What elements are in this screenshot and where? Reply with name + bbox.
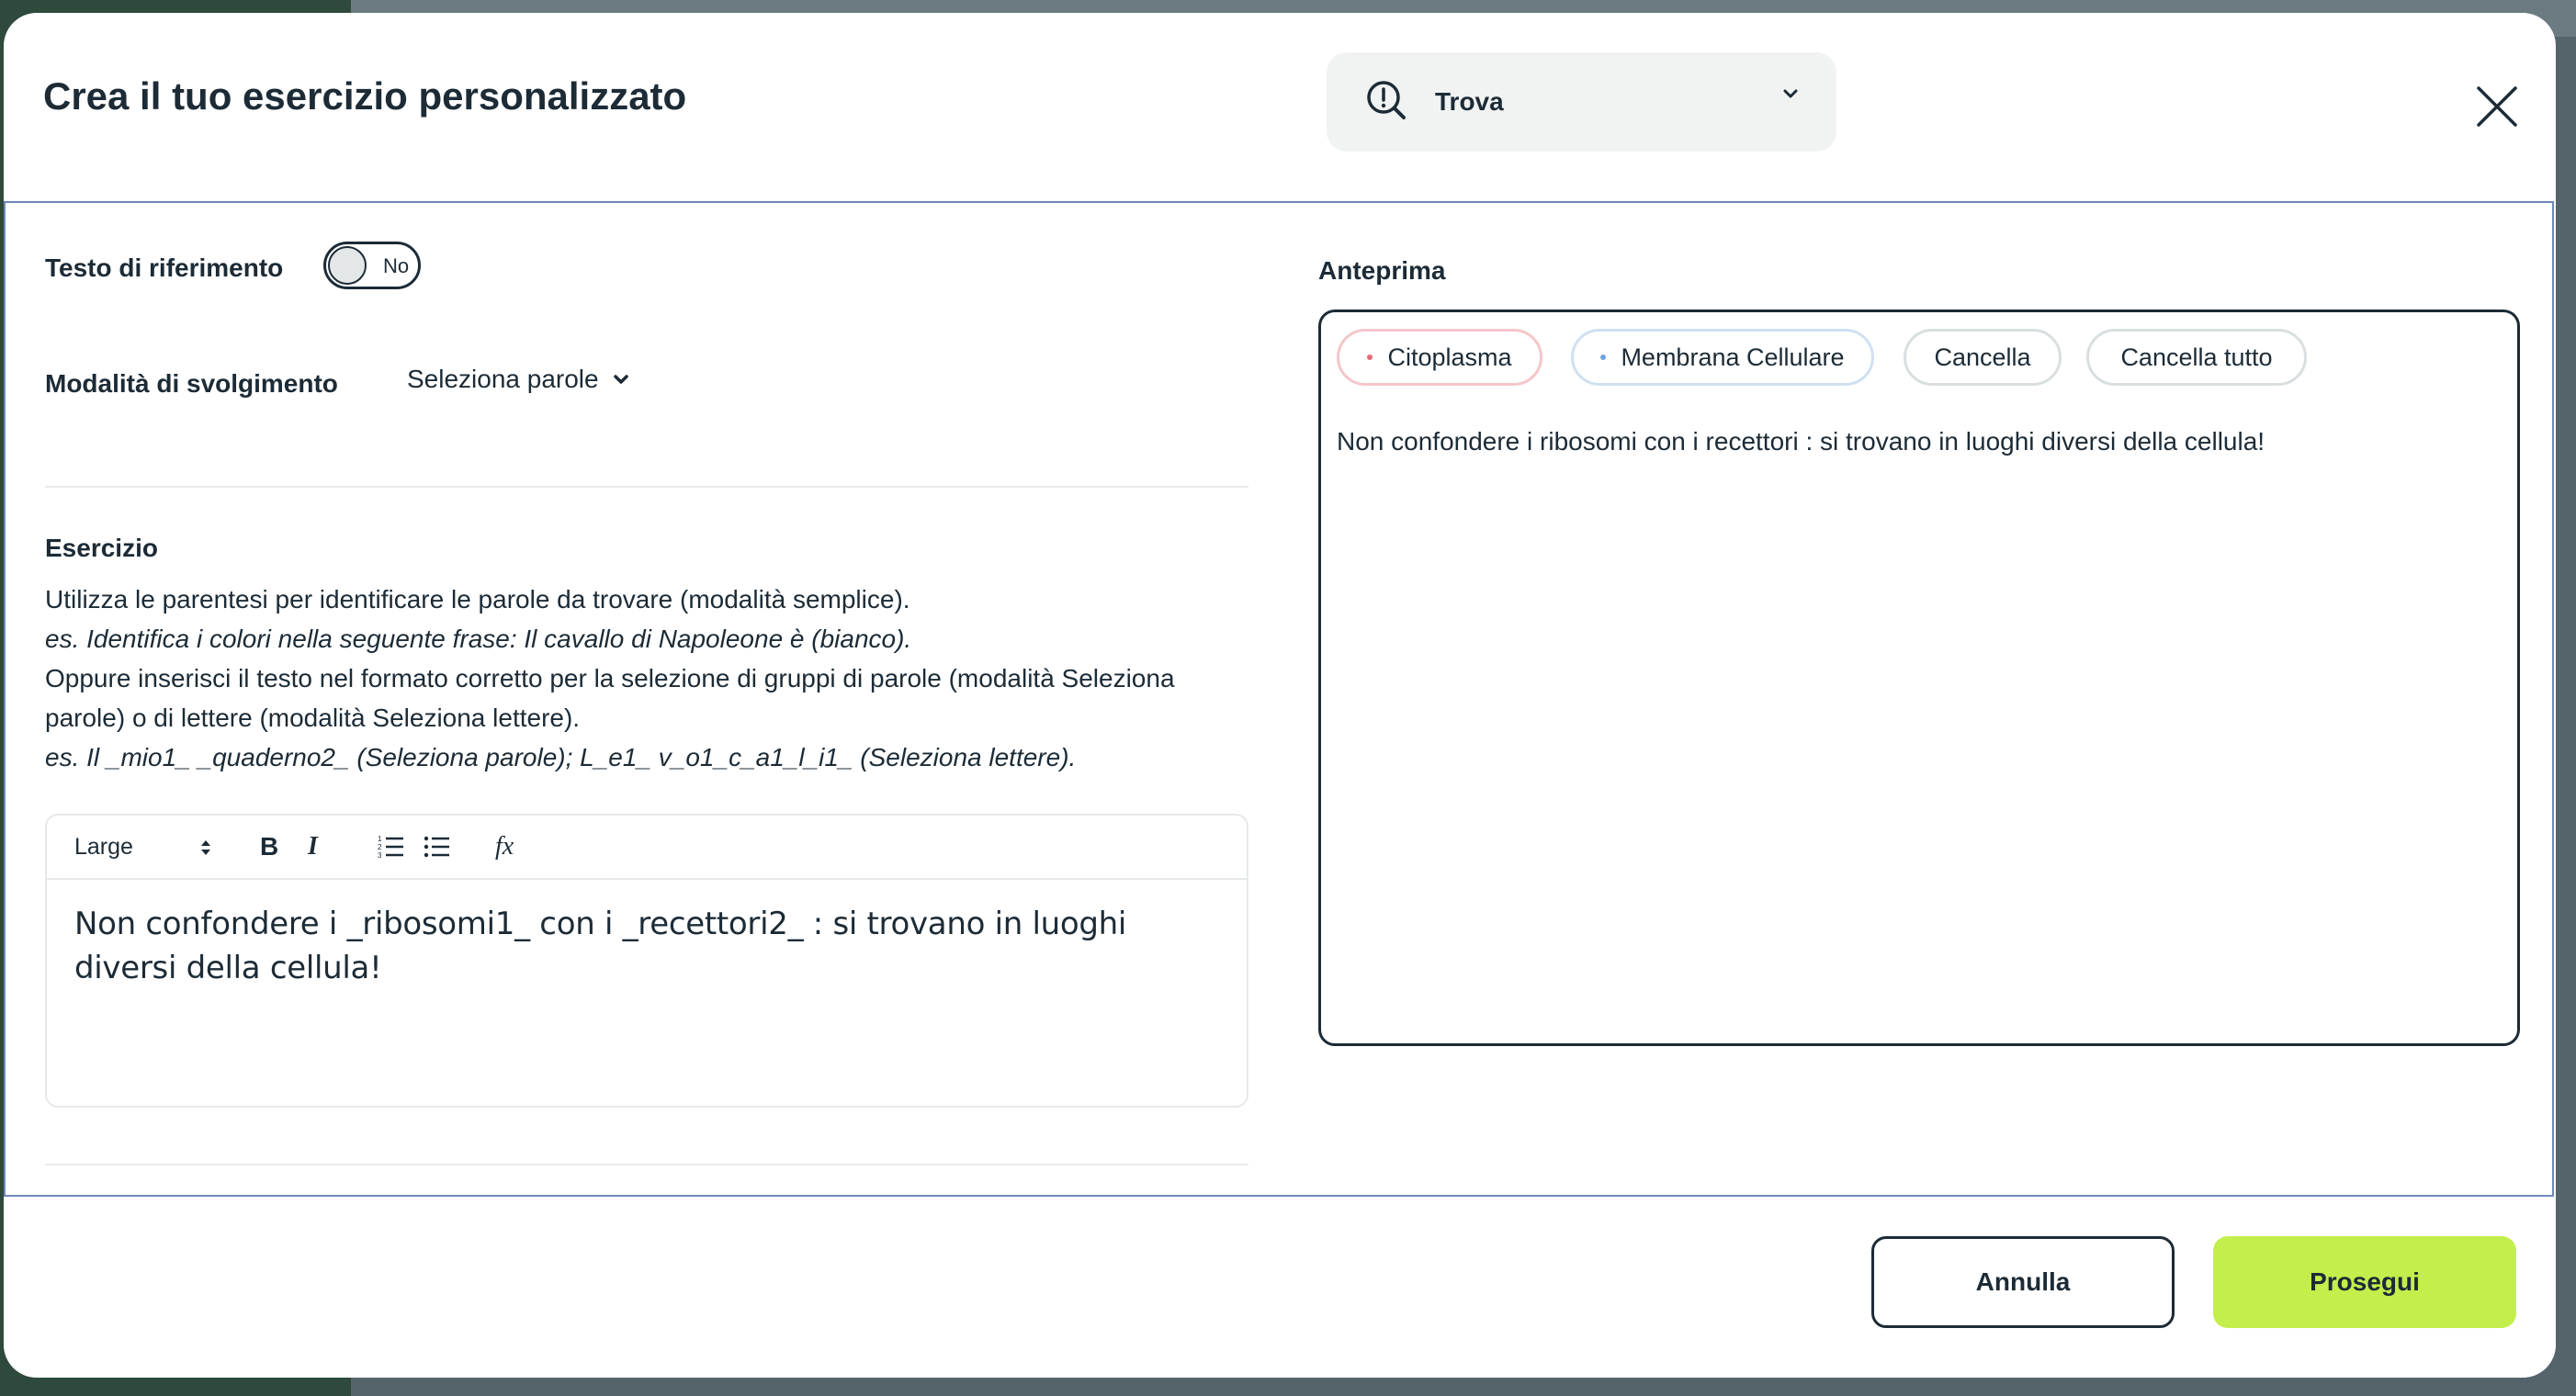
ordered-list-icon[interactable]: 1 2 3 [378,834,405,864]
toggle-value: No [383,254,410,277]
bullet-list-icon[interactable] [424,834,451,864]
select-arrows-icon [199,838,212,864]
modal-title: Crea il tuo esercizio personalizzato [43,74,687,118]
editor-toolbar: Large B I 1 2 3 fx [47,816,1247,880]
search-question-icon [1365,79,1407,126]
close-icon[interactable] [2471,81,2523,132]
chip-cancella[interactable]: Cancella [1904,329,2062,386]
mode-select[interactable]: Seleziona parole [407,365,630,394]
font-size-value: Large [74,834,133,860]
modal-header: Crea il tuo esercizio personalizzato Tro… [4,13,2556,201]
preview-panel: Citoplasma Membrana Cellulare Cancella C… [1318,310,2520,1046]
chip-cancella-tutto[interactable]: Cancella tutto [2086,329,2307,386]
section-divider [45,1164,1248,1165]
chip-membrana-cellulare[interactable]: Membrana Cellulare [1571,329,1874,386]
formula-button[interactable]: fx [495,832,514,861]
editor-content[interactable]: Non confondere i _ribosomi1_ con i _rece… [74,902,1204,990]
svg-text:2: 2 [378,843,382,851]
reference-text-label: Testo di riferimento [45,253,284,282]
chevron-down-icon [1781,87,1800,105]
chip-label: Citoplasma [1387,343,1512,371]
svg-text:3: 3 [378,851,382,860]
modal-body: Testo di riferimento No Modalità di svol… [4,201,2554,1197]
exercise-editor: Large B I 1 2 3 fx Non confondere i _rib… [45,814,1248,1108]
svg-text:1: 1 [378,835,382,843]
chip-label: Membrana Cellulare [1621,343,1845,371]
chip-dot [1600,355,1607,360]
toggle-knob [328,246,367,285]
cancel-button[interactable]: Annulla [1871,1236,2175,1328]
section-divider [45,486,1248,488]
exercise-instructions: Utilizza le parentesi per identificare l… [45,580,1258,777]
font-size-select[interactable]: Large [74,834,221,861]
exercise-type-label: Trova [1435,87,1504,116]
mode-label: Modalità di svolgimento [45,369,338,398]
mode-select-value: Seleziona parole [407,365,599,393]
preview-text: Non confondere i ribosomi con i recettor… [1337,427,2265,456]
exercise-type-select[interactable]: Trova [1327,52,1836,152]
italic-button[interactable]: I [308,832,318,861]
exercise-modal: Crea il tuo esercizio personalizzato Tro… [4,13,2556,1378]
continue-button[interactable]: Prosegui [2213,1236,2516,1328]
chip-label: Cancella [1934,343,2031,371]
preview-label: Anteprima [1318,256,1446,285]
reference-text-toggle[interactable]: No [323,242,421,289]
chip-dot [1367,355,1373,360]
chip-citoplasma[interactable]: Citoplasma [1337,329,1542,386]
modal-footer: Annulla Prosegui [4,1197,2556,1378]
instruction-line: Utilizza le parentesi per identificare l… [45,585,910,614]
chevron-down-icon [613,375,628,384]
instruction-example: es. Identifica i colori nella seguente f… [45,625,912,653]
bold-button[interactable]: B [260,832,278,861]
chip-label: Cancella tutto [2120,343,2273,371]
exercise-label: Esercizio [45,534,158,562]
instruction-example: es. Il _mio1_ _quaderno2_ (Seleziona par… [45,743,1077,771]
instruction-line: Oppure inserisci il testo nel formato co… [45,664,1175,732]
